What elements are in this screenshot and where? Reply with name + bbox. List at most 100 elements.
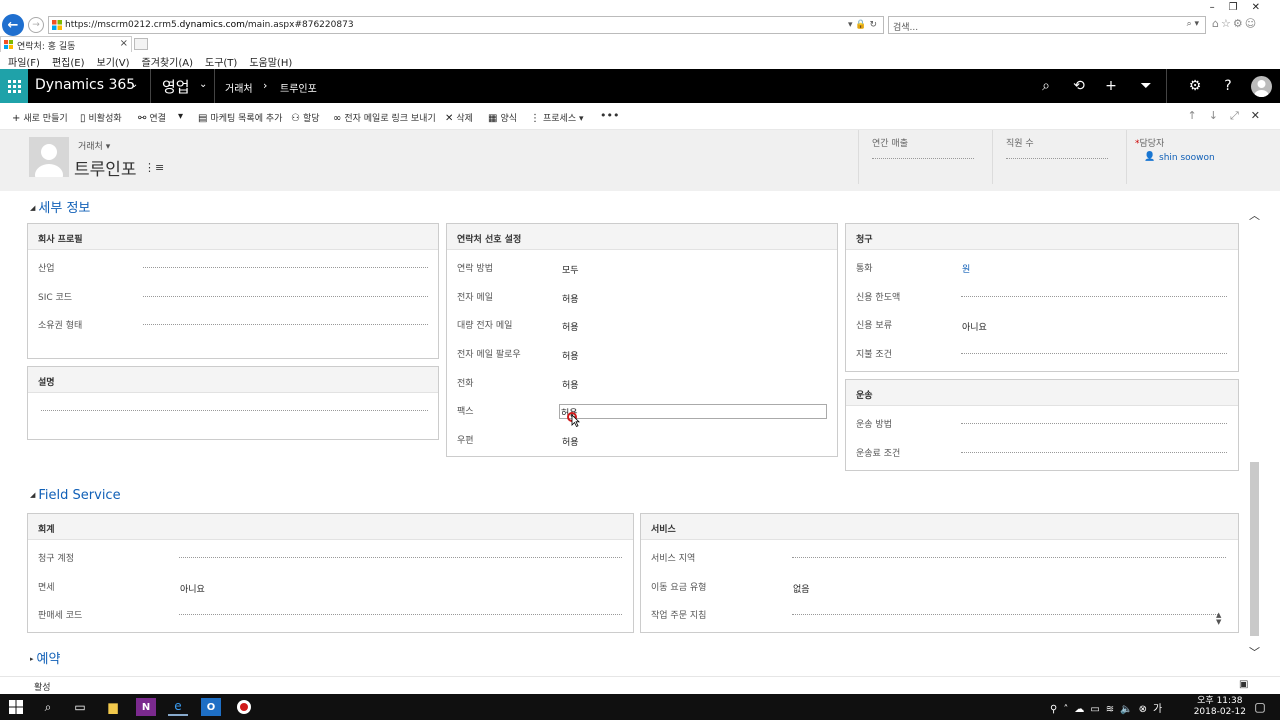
volume-icon[interactable]: 🔈 [1120, 704, 1138, 715]
restore-icon[interactable]: ❐ [1229, 2, 1252, 13]
entity-type-selector[interactable]: 거래처 ▾ [78, 139, 110, 152]
assign-button[interactable]: ⚇ 할당 [291, 111, 320, 124]
travel-charge-type-value[interactable]: 없음 [793, 582, 810, 595]
browser-search-input[interactable]: 검색... ⌕ ▾ [888, 16, 1206, 34]
mail-value[interactable]: 허용 [562, 435, 579, 448]
help-icon[interactable]: ? [1217, 75, 1239, 97]
deactivate-button[interactable]: ▯ 비활성화 [80, 111, 122, 124]
person-icon[interactable]: ⚲ [1050, 704, 1063, 715]
app-launcher-button[interactable] [0, 69, 28, 103]
tab-close-icon[interactable]: × [120, 38, 128, 49]
breadcrumb-record[interactable]: 트루인포 [280, 80, 317, 95]
refresh-icon[interactable]: ↻ [869, 20, 877, 30]
search-icon[interactable]: ⌕ [1035, 75, 1057, 97]
description-field[interactable] [41, 410, 428, 411]
more-commands-button[interactable]: ••• [600, 109, 619, 122]
gear-icon[interactable]: ⚙ [1184, 75, 1206, 97]
search-icon[interactable]: ⌕ ▾ [1187, 19, 1199, 29]
shipping-method-field[interactable] [961, 423, 1227, 424]
connect-button[interactable]: ⚯ 연결 [138, 111, 166, 124]
tax-exempt-value[interactable]: 아니요 [180, 582, 205, 595]
chevron-down-icon[interactable]: ⌄ [130, 79, 138, 90]
gear-icon[interactable]: ⚙ [1233, 17, 1245, 30]
back-button[interactable]: ← [2, 14, 24, 36]
battery-icon[interactable]: ▭ [1090, 704, 1105, 715]
industry-field[interactable] [143, 267, 428, 268]
scroll-up-icon[interactable]: ︿ [1249, 207, 1260, 223]
connect-dropdown-button[interactable]: ▾ [178, 111, 186, 122]
credit-limit-field[interactable] [961, 296, 1227, 297]
menu-file[interactable]: 파일(F) [8, 54, 40, 69]
add-to-marketing-list-button[interactable]: ▤ 마케팅 목록에 추가 [198, 111, 282, 124]
arrow-up-icon[interactable]: ↑ [1188, 109, 1209, 122]
contact-method-value[interactable]: 모두 [562, 263, 579, 276]
home-icon[interactable]: ⌂ [1212, 17, 1221, 30]
menu-help[interactable]: 도움말(H) [249, 54, 292, 69]
task-view-icon[interactable]: ▭ [70, 698, 90, 716]
delete-button[interactable]: ✕ 삭제 [445, 111, 473, 124]
menu-edit[interactable]: 편집(E) [52, 54, 85, 69]
smiley-icon[interactable]: ☺ [1245, 17, 1258, 30]
ownership-field[interactable] [143, 324, 428, 325]
close-icon[interactable]: ⊗ [1139, 704, 1153, 715]
chevron-down-icon[interactable]: ⌄ [199, 79, 207, 90]
internet-explorer-icon[interactable]: e [168, 698, 188, 716]
arrow-down-icon[interactable]: ↓ [1209, 109, 1230, 122]
onenote-icon[interactable]: N [136, 698, 156, 716]
save-icon[interactable]: ▣ [1239, 679, 1248, 690]
section-details-title[interactable]: ◢ 세부 정보 [30, 197, 90, 216]
entity-image[interactable] [29, 137, 69, 177]
work-order-instructions-field[interactable] [792, 614, 1218, 615]
scroll-down-icon[interactable]: ﹀ [1249, 644, 1260, 660]
credit-hold-value[interactable]: 아니요 [962, 320, 987, 333]
annual-revenue-field[interactable] [872, 158, 974, 159]
forward-button[interactable]: → [28, 17, 44, 33]
history-icon[interactable]: ⟲ [1068, 75, 1090, 97]
cloud-icon[interactable]: ☁ [1074, 704, 1090, 715]
payment-terms-field[interactable] [961, 353, 1227, 354]
form-button[interactable]: ▦ 양식 [488, 111, 517, 124]
owner-value[interactable]: shin soowon [1159, 153, 1215, 163]
dropdown-icon[interactable]: ▾ [848, 20, 853, 30]
section-field-service-title[interactable]: ◢ Field Service [30, 488, 121, 503]
close-icon[interactable]: ✕ [1251, 109, 1272, 122]
address-bar[interactable]: https://mscrm0212.crm5.dynamics.com/main… [48, 16, 884, 34]
outlook-icon[interactable]: O [201, 698, 221, 716]
avatar[interactable] [1251, 76, 1272, 97]
search-icon[interactable]: ⌕ [38, 698, 58, 716]
browser-tab[interactable]: 연락처: 홍 길동 × [0, 36, 132, 52]
new-button[interactable]: + 새로 만들기 [12, 111, 68, 124]
recorder-icon[interactable] [234, 698, 254, 716]
filter-icon[interactable]: ⏷ [1135, 75, 1157, 97]
plus-icon[interactable]: + [1100, 75, 1122, 97]
phone-value[interactable]: 허용 [562, 378, 579, 391]
star-icon[interactable]: ☆ [1221, 17, 1233, 30]
file-explorer-icon[interactable]: ▆ [103, 698, 123, 716]
keyboard-icon[interactable]: 가 [1153, 704, 1168, 715]
wifi-icon[interactable]: ≋ [1106, 704, 1120, 715]
breadcrumb-entity[interactable]: 거래처 [225, 80, 253, 95]
email-value[interactable]: 허용 [562, 292, 579, 305]
sic-code-field[interactable] [143, 296, 428, 297]
currency-value[interactable]: 원 [962, 262, 970, 275]
menu-tools[interactable]: 도구(T) [205, 54, 237, 69]
service-territory-field[interactable] [792, 557, 1226, 558]
fax-field[interactable]: 허용 [559, 404, 827, 419]
spinner-icon[interactable]: ▲ ▼ [1216, 612, 1221, 626]
section-reservations-title[interactable]: ▸ 예약 [30, 648, 60, 667]
popout-icon[interactable]: ⤢ [1230, 109, 1251, 122]
url-tools[interactable]: ▾ 🔒 ↻ [848, 20, 877, 30]
clock[interactable]: 오후 11:38 2018-02-12 [1194, 696, 1246, 718]
chevron-up-icon[interactable]: ˄ [1063, 704, 1074, 715]
follow-email-value[interactable]: 허용 [562, 349, 579, 362]
bulk-email-value[interactable]: 허용 [562, 320, 579, 333]
email-link-button[interactable]: ∞ 전자 메일로 링크 보내기 [333, 111, 436, 124]
new-tab-button[interactable] [134, 38, 148, 50]
billing-account-field[interactable] [179, 557, 622, 558]
minimize-icon[interactable]: – [1210, 2, 1229, 13]
list-icon[interactable]: ⋮≡ [144, 161, 164, 174]
freight-terms-field[interactable] [961, 452, 1227, 453]
app-name[interactable]: Dynamics 365 [35, 77, 135, 93]
windows-start-icon[interactable] [6, 698, 26, 716]
menu-view[interactable]: 보기(V) [97, 54, 130, 69]
